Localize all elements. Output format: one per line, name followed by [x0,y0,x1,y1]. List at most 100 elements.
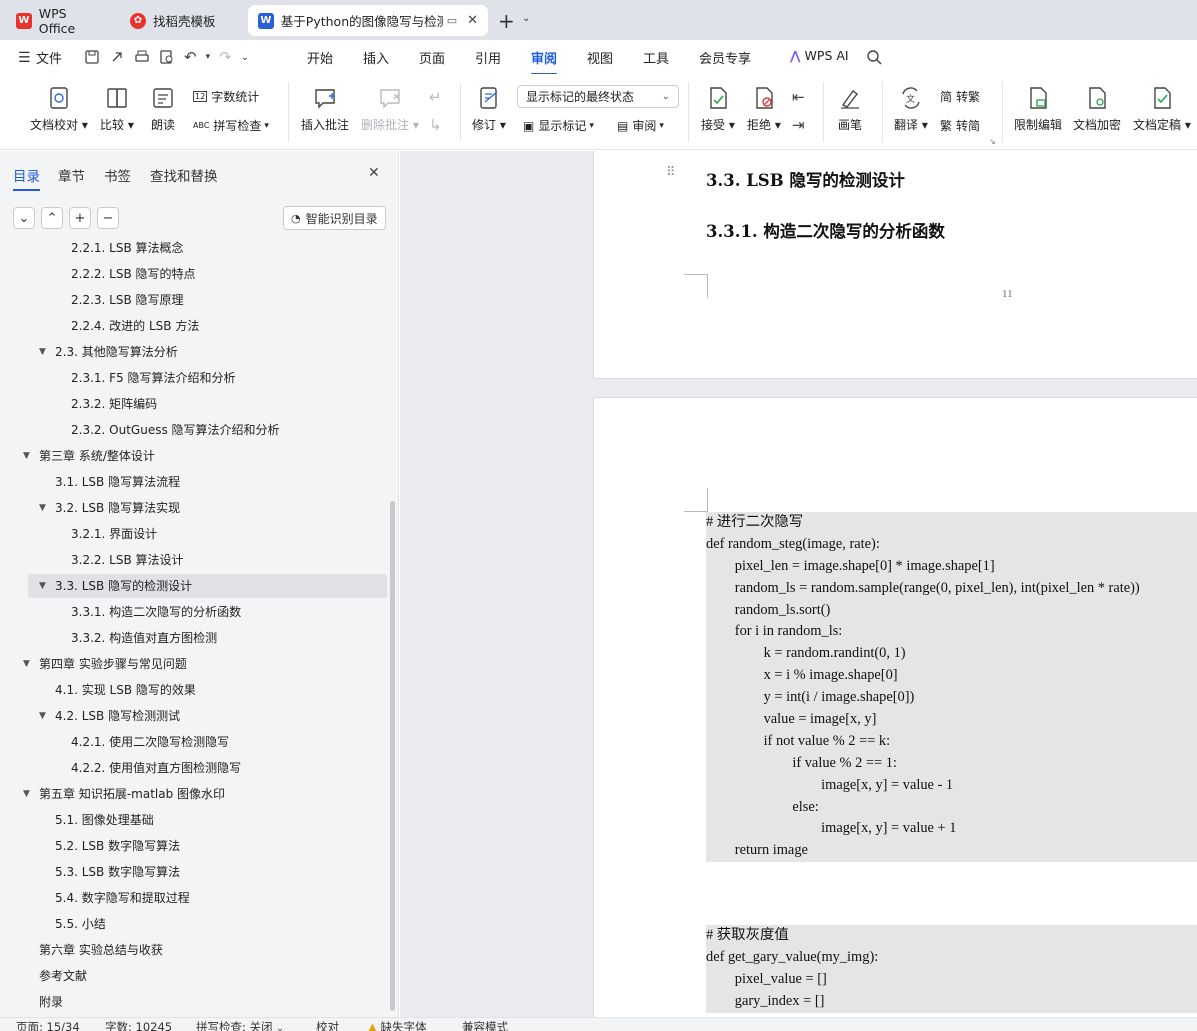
accept-button[interactable]: 接受 ▾ [701,86,735,133]
page-indicator[interactable]: 页面: 15/34 [16,1020,80,1031]
toc-item[interactable]: ▼ 3.3. LSB 隐写的检测设计 [28,574,387,598]
insert-comment-button[interactable]: 插入批注 [301,86,349,133]
undo-icon[interactable]: ↶ [184,48,197,66]
undo-chevron-icon[interactable]: ▾ [206,52,211,62]
tab-find-replace[interactable]: 查找和替换 [150,165,218,185]
delete-comment-button[interactable]: 删除批注 ▾ [361,86,419,133]
remove-heading-button[interactable]: − [97,207,119,229]
toc-item[interactable]: 2.3.2. 矩阵编码 [71,392,157,416]
toc-item[interactable]: 2.2.2. LSB 隐写的特点 [71,262,196,286]
export-icon[interactable] [109,49,125,65]
toc-item[interactable]: 附录 [39,990,63,1014]
hamburger-icon[interactable]: ☰ [18,50,31,66]
next-change-icon[interactable]: ⇥ [792,116,805,134]
search-icon[interactable] [866,49,882,65]
compare-button[interactable]: 比较 ▾ [100,86,134,133]
expand-triangle-icon[interactable]: ▼ [23,782,30,806]
toc-item[interactable]: 5.5. 小结 [55,912,106,936]
word-count-status[interactable]: 字数: 10245 [105,1020,172,1031]
show-markup-button[interactable]: ▣ 显示标记 ▾ [523,117,594,134]
tab-bookmarks[interactable]: 书签 [104,165,131,185]
expand-triangle-icon[interactable]: ▼ [23,652,30,676]
toc-item[interactable]: ▼ 4.2. LSB 隐写检测测试 [39,704,180,728]
next-comment-icon[interactable]: ↳ [429,116,442,134]
new-tab-icon[interactable]: + [498,9,515,33]
print-preview-icon[interactable] [159,49,175,65]
toc-item[interactable]: 参考文献 [39,964,87,988]
expand-triangle-icon[interactable]: ▼ [39,704,46,728]
menu-reference[interactable]: 引用 [475,48,501,67]
missing-font-status[interactable]: ▲ 缺失字体 [368,1020,427,1031]
menu-insert[interactable]: 插入 [363,48,389,67]
more-chevron-icon[interactable]: ⌄ [241,52,249,63]
translate-button[interactable]: 文 翻译 ▾ [894,86,928,133]
toc-item[interactable]: 5.4. 数字隐写和提取过程 [55,886,190,910]
tab-wps-office[interactable]: W WPS Office [6,5,116,36]
toc-item[interactable]: 2.2.1. LSB 算法概念 [71,238,184,260]
toc-item[interactable]: 4.2.1. 使用二次隐写检测隐写 [71,730,229,754]
toc-item[interactable]: ▼ 2.3. 其他隐写算法分析 [39,340,178,364]
toc-item[interactable]: ▼ 3.2. LSB 隐写算法实现 [39,496,180,520]
menu-home[interactable]: 开始 [307,48,333,67]
toc-item[interactable]: 3.2.1. 界面设计 [71,522,157,546]
tab-list-chevron-icon[interactable]: ⌄ [522,13,530,24]
redo-icon[interactable]: ↷ [219,48,232,66]
toc-item[interactable]: 5.3. LSB 数字隐写算法 [55,860,180,884]
menu-review[interactable]: 审阅 [531,48,558,75]
toc-item[interactable]: 3.2.2. LSB 算法设计 [71,548,184,572]
add-heading-button[interactable]: + [69,207,91,229]
spell-check-status[interactable]: 拼写检查: 关闭 ⌄ [196,1020,284,1031]
toc-item[interactable]: 第六章 实验总结与收获 [39,938,163,962]
read-aloud-button[interactable]: 朗读 [151,86,175,133]
restrict-editing-button[interactable]: 限制编辑 [1014,86,1062,133]
sidebar-scrollbar[interactable] [390,501,395,1011]
menu-member[interactable]: 会员专享 [699,48,751,67]
smart-toc-button[interactable]: ◔ 智能识别目录 [283,206,386,230]
drag-handle-icon[interactable]: ⠿ [666,165,675,180]
word-count-button[interactable]: 12 字数统计 [193,88,259,105]
toc-item[interactable]: 5.2. LSB 数字隐写算法 [55,834,180,858]
toc-item[interactable]: 4.2.2. 使用值对直方图检测隐写 [71,756,241,780]
print-icon[interactable] [134,49,150,65]
menu-tools[interactable]: 工具 [643,48,669,67]
collapse-up-button[interactable]: ⌃ [41,207,63,229]
tab-sections[interactable]: 章节 [58,165,85,185]
expand-triangle-icon[interactable]: ▼ [23,444,30,468]
encrypt-document-button[interactable]: 文档加密 [1073,86,1121,133]
toc-item[interactable]: ▼ 第四章 实验步骤与常见问题 [23,652,187,676]
previous-comment-icon[interactable]: ↵ [429,88,442,106]
spell-check-button[interactable]: ABC 拼写检查 ▾ [193,117,269,134]
tab-template[interactable]: ✿ 找稻壳模板 [120,5,244,36]
menu-view[interactable]: 视图 [587,48,613,67]
expand-triangle-icon[interactable]: ▼ [39,574,46,598]
save-icon[interactable] [84,49,100,65]
tab-document[interactable]: W 基于Python的图像隐写与检测 ▭ ✕ [248,5,488,36]
toc-item[interactable]: 3.1. LSB 隐写算法流程 [55,470,180,494]
expand-triangle-icon[interactable]: ▼ [39,340,46,364]
tab-toc[interactable]: 目录 [13,165,40,191]
toc-item[interactable]: 2.2.3. LSB 隐写原理 [71,288,184,312]
toc-item[interactable]: 2.3.1. F5 隐写算法介绍和分析 [71,366,236,390]
previous-change-icon[interactable]: ⇤ [792,88,805,106]
expand-group-icon[interactable]: ↘ [989,137,996,146]
toc-item[interactable]: 5.1. 图像处理基础 [55,808,154,832]
toc-item[interactable]: 3.3.1. 构造二次隐写的分析函数 [71,600,241,624]
menu-file[interactable]: 文件 [36,48,62,67]
toc-item[interactable]: 2.3.2. OutGuess 隐写算法介绍和分析 [71,418,280,442]
close-tab-icon[interactable]: ✕ [467,13,478,28]
to-simplified-button[interactable]: 繁 转简 [940,117,980,134]
toc-item[interactable]: 3.3.2. 构造值对直方图检测 [71,626,217,650]
reject-button[interactable]: 拒绝 ▾ [747,86,781,133]
markup-state-select[interactable]: 显示标记的最终状态 ⌄ [517,85,679,108]
toc-item[interactable]: 2.2.4. 改进的 LSB 方法 [71,314,199,338]
finalize-document-button[interactable]: 文档定稿 ▾ [1133,86,1191,133]
expand-down-button[interactable]: ⌄ [13,207,35,229]
pen-button[interactable]: 画笔 [838,86,862,133]
track-changes-button[interactable]: 修订 ▾ [472,86,506,133]
proof-status[interactable]: 校对 [316,1020,339,1031]
expand-triangle-icon[interactable]: ▼ [39,496,46,520]
toc-item[interactable]: ▼ 第五章 知识拓展-matlab 图像水印 [23,782,225,806]
toc-item[interactable]: 4.1. 实现 LSB 隐写的效果 [55,678,196,702]
close-pane-icon[interactable]: ✕ [368,165,380,181]
wps-ai-button[interactable]: ⋀ WPS AI [790,48,849,63]
